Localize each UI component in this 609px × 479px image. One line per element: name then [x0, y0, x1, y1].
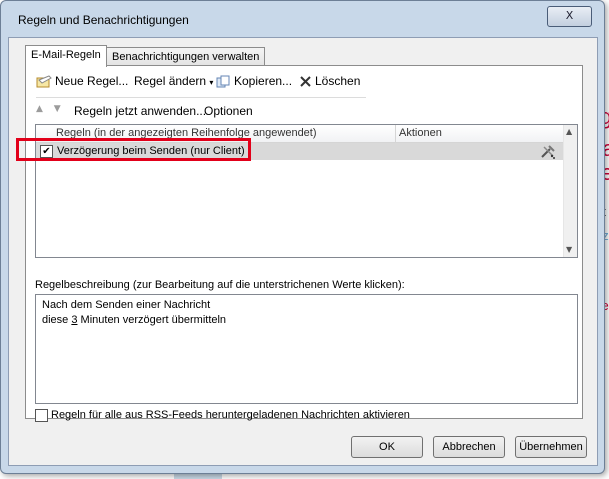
delete-rule-button[interactable]: Löschen	[299, 74, 360, 88]
copy-rule-label: Kopieren...	[234, 74, 293, 88]
title-bar[interactable]: Regeln und Benachrichtigungen X	[1, 1, 604, 35]
rule-description-label: Regelbeschreibung (zur Bearbeitung auf d…	[35, 279, 405, 291]
annotation-highlight-box	[16, 138, 251, 161]
reorder-arrows: ▲ ▼	[36, 104, 61, 114]
delete-icon	[300, 76, 311, 88]
ok-button[interactable]: OK	[351, 436, 423, 458]
column-header-actions[interactable]: Aktionen	[399, 127, 442, 139]
dialog-client-area: E-Mail-Regeln Benachrichtigungen verwalt…	[8, 37, 598, 466]
copy-rule-button[interactable]: Kopieren...	[216, 74, 292, 89]
close-icon: X	[565, 9, 574, 22]
apply-rules-now-link[interactable]: Regeln jetzt anwenden...	[74, 104, 206, 118]
delete-rule-label: Löschen	[315, 74, 361, 88]
close-button[interactable]: X	[547, 6, 592, 27]
change-rule-label: Regel ändern	[134, 74, 207, 88]
scroll-down-icon[interactable]: ▼	[566, 245, 572, 254]
rss-rules-label[interactable]: Regeln für alle aus RSS-Feeds herunterge…	[51, 409, 410, 421]
description-prefix: diese	[42, 314, 72, 326]
chevron-down-icon: ▾	[209, 78, 214, 87]
tab-manage-notifications[interactable]: Benachrichtigungen verwalten	[106, 47, 266, 66]
change-rule-button[interactable]: Regel ändern ▾	[134, 74, 213, 88]
new-rule-label: Neue Regel...	[55, 74, 129, 88]
new-rule-icon	[36, 75, 52, 88]
rss-rules-checkbox[interactable]	[35, 409, 48, 422]
description-line-1: Nach dem Senden einer Nachricht	[42, 299, 211, 311]
email-rules-panel: Neue Regel... Regel ändern ▾ Kopieren...…	[16, 65, 583, 419]
copy-icon	[216, 75, 230, 88]
scroll-up-icon[interactable]: ▲	[566, 127, 572, 136]
move-up-icon[interactable]: ▲	[36, 104, 43, 114]
cancel-button[interactable]: Abbrechen	[433, 436, 505, 458]
rule-description-box: Nach dem Senden einer Nachricht diese 3 …	[35, 294, 578, 404]
rules-dialog: Regeln und Benachrichtigungen X E-Mail-R…	[0, 0, 605, 474]
window-title: Regeln und Benachrichtigungen	[18, 13, 189, 27]
apply-button[interactable]: Übernehmen	[515, 436, 587, 458]
toolbar-divider	[36, 97, 366, 98]
tab-email-rules[interactable]: E-Mail-Regeln	[25, 45, 107, 67]
description-line-2: diese 3 Minuten verzögert übermitteln	[42, 314, 226, 326]
rules-list-scrollbar[interactable]: ▲ ▼	[563, 125, 577, 257]
description-suffix: Minuten verzögert übermitteln	[77, 314, 227, 326]
new-rule-button[interactable]: Neue Regel...	[36, 74, 128, 89]
move-down-icon[interactable]: ▼	[54, 104, 61, 114]
options-link[interactable]: Optionen	[204, 104, 253, 118]
rule-actions-icon[interactable]	[540, 144, 556, 159]
column-divider[interactable]	[395, 125, 396, 142]
